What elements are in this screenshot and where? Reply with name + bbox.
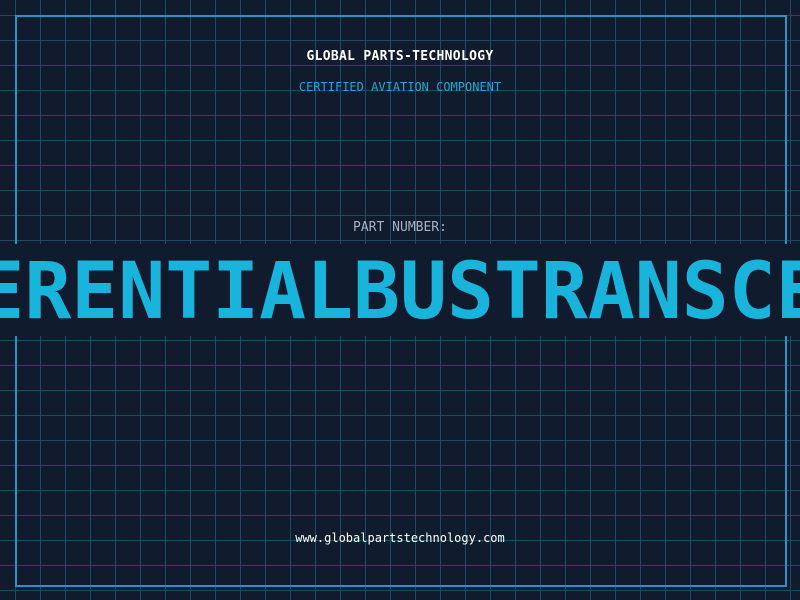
certification-subtitle: CERTIFIED AVIATION COMPONENT (298, 80, 502, 94)
company-name: GLOBAL PARTS-TECHNOLOGY (306, 49, 494, 64)
part-number-band: DIFFERENTIALBUSTRANSCEIVER (0, 244, 800, 336)
certificate-canvas: GLOBAL PARTS-TECHNOLOGY CERTIFIED AVIATI… (0, 0, 800, 600)
part-number-label: PART NUMBER: (353, 220, 447, 235)
website-url[interactable]: www.globalpartstechnology.com (0, 531, 800, 545)
part-number-value: DIFFERENTIALBUSTRANSCEIVER (0, 247, 800, 336)
